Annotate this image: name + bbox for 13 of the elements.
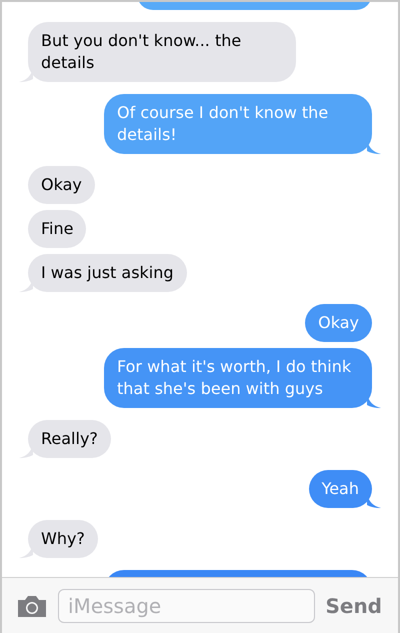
message-bubble: I was just asking (28, 254, 187, 292)
message-bubble: Of course I don't know the details! (104, 94, 372, 154)
message-input[interactable]: iMessage (58, 588, 316, 622)
camera-icon[interactable] (16, 594, 48, 618)
message-bubble: Really? (28, 420, 111, 458)
message-bubble: Fine (28, 210, 86, 248)
message-bubble: Why? (28, 520, 98, 558)
message-bubble: Okay (305, 304, 372, 342)
message-bubble: For what it's worth, I do think that she's been with guys (104, 348, 372, 408)
message-bubble: Yeah (308, 470, 372, 508)
message-bubble: But you don't know... the details (28, 22, 296, 82)
message-bubble: Okay (28, 166, 95, 204)
send-button[interactable]: Send (325, 590, 384, 620)
